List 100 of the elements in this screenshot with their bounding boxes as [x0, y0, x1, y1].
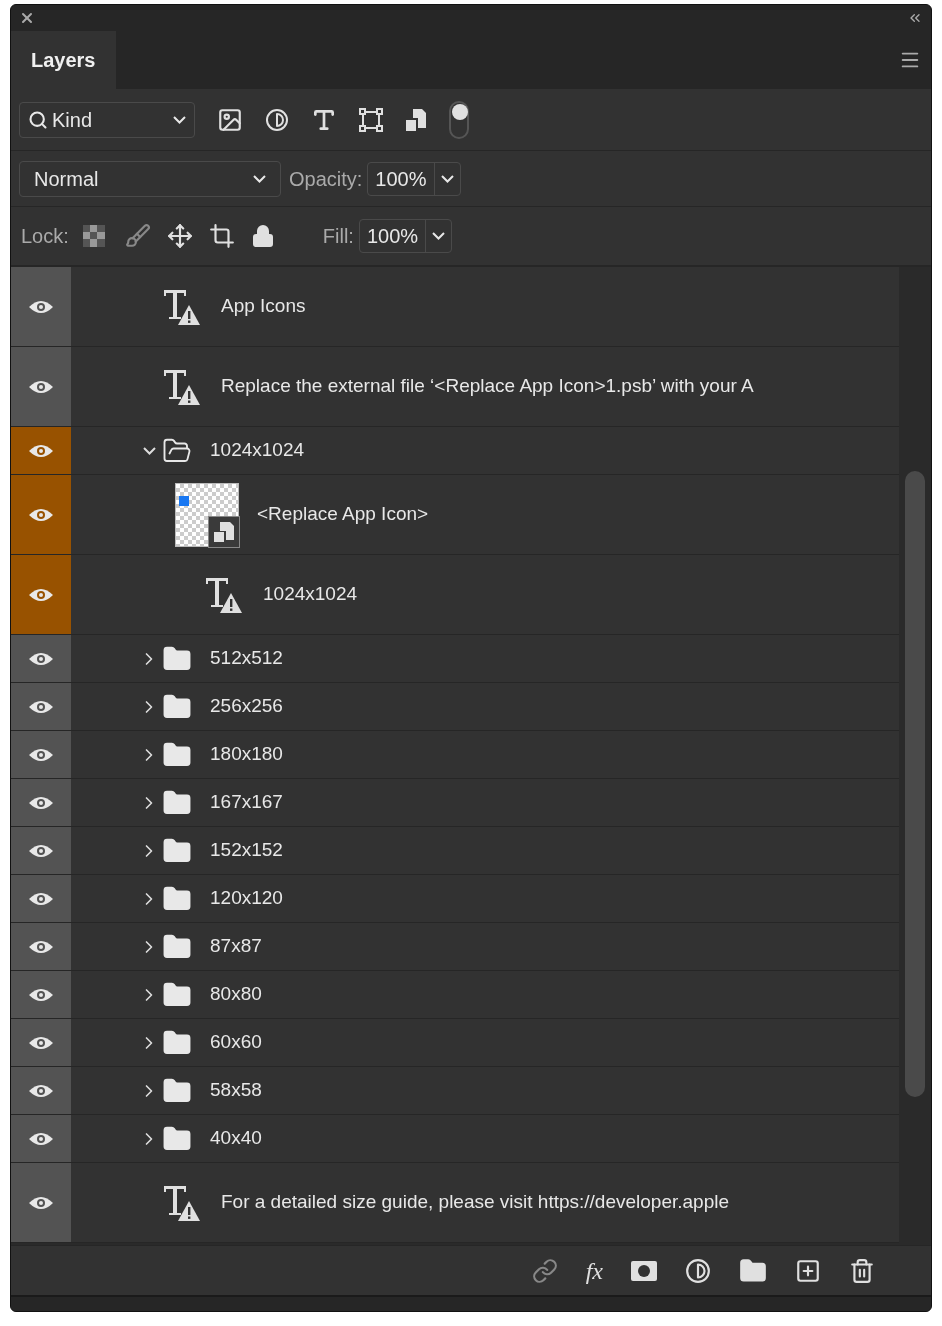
visibility-toggle[interactable] [11, 475, 71, 554]
crop-icon[interactable] [208, 223, 235, 249]
fill-field[interactable]: 100% [358, 219, 453, 253]
lock-icon[interactable] [250, 224, 275, 248]
layer-name: App Icons [221, 294, 306, 319]
layer-row[interactable]: 152x152 [11, 827, 899, 875]
layer-name: 87x87 [210, 934, 262, 959]
image-filter-icon[interactable] [217, 106, 243, 133]
eye-icon [28, 842, 54, 859]
layer-name: For a detailed size guide, please visit https://developer.apple [221, 1190, 730, 1215]
layer-row[interactable]: 120x120 [11, 875, 899, 923]
visibility-toggle[interactable] [11, 347, 71, 426]
visibility-toggle[interactable] [11, 1163, 71, 1242]
visibility-toggle[interactable] [11, 1115, 71, 1162]
eye-icon [28, 506, 54, 523]
eye-icon [28, 1082, 54, 1099]
layer-name: 256x256 [210, 694, 283, 719]
new-layer-icon[interactable] [795, 1257, 821, 1284]
visibility-toggle[interactable] [11, 971, 71, 1018]
eye-icon [28, 1034, 54, 1051]
visibility-toggle[interactable] [11, 731, 71, 778]
layer-name: 58x58 [210, 1078, 262, 1103]
blend-mode-dropdown[interactable]: Normal [19, 160, 281, 197]
visibility-toggle[interactable] [11, 635, 71, 682]
filter-dropdown[interactable]: Kind [19, 101, 195, 138]
visibility-toggle[interactable] [11, 427, 71, 474]
layer-row[interactable]: <Replace App Icon> [11, 475, 899, 555]
layer-row[interactable]: App Icons [11, 267, 899, 347]
eye-icon [28, 298, 54, 315]
scrollbar-thumb[interactable] [905, 471, 925, 1097]
eye-icon [28, 586, 54, 603]
layer-row[interactable]: 40x40 [11, 1115, 899, 1163]
chevron-down-icon [432, 232, 446, 240]
layer-name: 512x512 [210, 646, 283, 671]
layer-row[interactable]: 60x60 [11, 1019, 899, 1067]
layer-name: 1024x1024 [263, 582, 358, 607]
trash-icon[interactable] [849, 1257, 875, 1284]
layer-name: 1024x1024 [210, 438, 305, 463]
adjustment-filter-icon[interactable] [265, 107, 289, 132]
new-group-icon[interactable] [739, 1256, 767, 1285]
layer-row[interactable]: 58x58 [11, 1067, 899, 1115]
adjustment-layer-icon[interactable] [685, 1257, 711, 1284]
link-icon[interactable] [531, 1257, 558, 1284]
smart-object-badge-icon [208, 515, 240, 548]
opacity-field[interactable]: 100% [367, 161, 461, 196]
chevron-down-icon [142, 446, 156, 455]
chevron-down-icon [253, 174, 266, 183]
shape-filter-icon[interactable] [359, 107, 383, 132]
layer-row[interactable]: 80x80 [11, 971, 899, 1019]
layer-row[interactable]: 512x512 [11, 635, 899, 683]
eye-icon [28, 890, 54, 907]
visibility-toggle[interactable] [11, 923, 71, 970]
visibility-toggle[interactable] [11, 779, 71, 826]
layer-name: 40x40 [210, 1126, 262, 1151]
eye-icon [28, 746, 54, 763]
layer-row[interactable]: 1024x1024 [11, 555, 899, 635]
layer-row[interactable]: 256x256 [11, 683, 899, 731]
mask-icon[interactable] [631, 1260, 657, 1281]
panel-tab[interactable]: Layers [11, 31, 116, 89]
layer-row[interactable]: 87x87 [11, 923, 899, 971]
layer-row[interactable]: 167x167 [11, 779, 899, 827]
visibility-toggle[interactable] [11, 1067, 71, 1114]
layer-name: 80x80 [210, 982, 262, 1007]
eye-icon [28, 650, 54, 667]
layer-effects-button[interactable]: fx [585, 1252, 603, 1289]
eye-icon [28, 1130, 54, 1147]
layer-row[interactable]: Replace the external file ‘<Replace App Icon>1.psb’ with your A [11, 347, 899, 427]
lock-label: Lock: [21, 224, 69, 249]
layer-row[interactable]: For a detailed size guide, please visit https://developer.apple [11, 1163, 899, 1243]
opacity-label: Opacity: [289, 166, 363, 192]
layer-name: Replace the external file ‘<Replace App Icon>1.psb’ with your A [221, 374, 754, 399]
visibility-toggle[interactable] [11, 267, 71, 346]
layer-name: <Replace App Icon> [257, 502, 429, 527]
filter-toggle[interactable] [449, 100, 469, 139]
preview-square-mark [179, 495, 189, 506]
eye-icon [28, 698, 54, 715]
lock-transparency-icon[interactable] [82, 225, 105, 247]
layer-row[interactable]: 1024x1024 [11, 427, 899, 475]
eye-icon [28, 1194, 54, 1211]
layer-name: 180x180 [210, 742, 283, 767]
eye-icon [28, 938, 54, 955]
close-icon[interactable] [19, 10, 35, 26]
brush-icon[interactable] [124, 223, 151, 249]
visibility-toggle[interactable] [11, 555, 71, 634]
move-icon[interactable] [166, 223, 193, 249]
chevron-down-icon [440, 174, 454, 183]
visibility-toggle[interactable] [11, 1019, 71, 1066]
layer-name: 152x152 [210, 838, 283, 863]
eye-icon [28, 794, 54, 811]
visibility-toggle[interactable] [11, 683, 71, 730]
visibility-toggle[interactable] [11, 875, 71, 922]
visibility-toggle[interactable] [11, 827, 71, 874]
smart-object-filter-icon[interactable] [405, 107, 427, 132]
eye-icon [28, 378, 54, 395]
eye-icon [28, 442, 54, 459]
layer-name: 167x167 [210, 790, 283, 815]
fill-label: Fill: [322, 224, 354, 249]
layer-row[interactable]: 180x180 [11, 731, 899, 779]
chevron-down-icon [173, 115, 186, 124]
search-icon [28, 109, 48, 130]
